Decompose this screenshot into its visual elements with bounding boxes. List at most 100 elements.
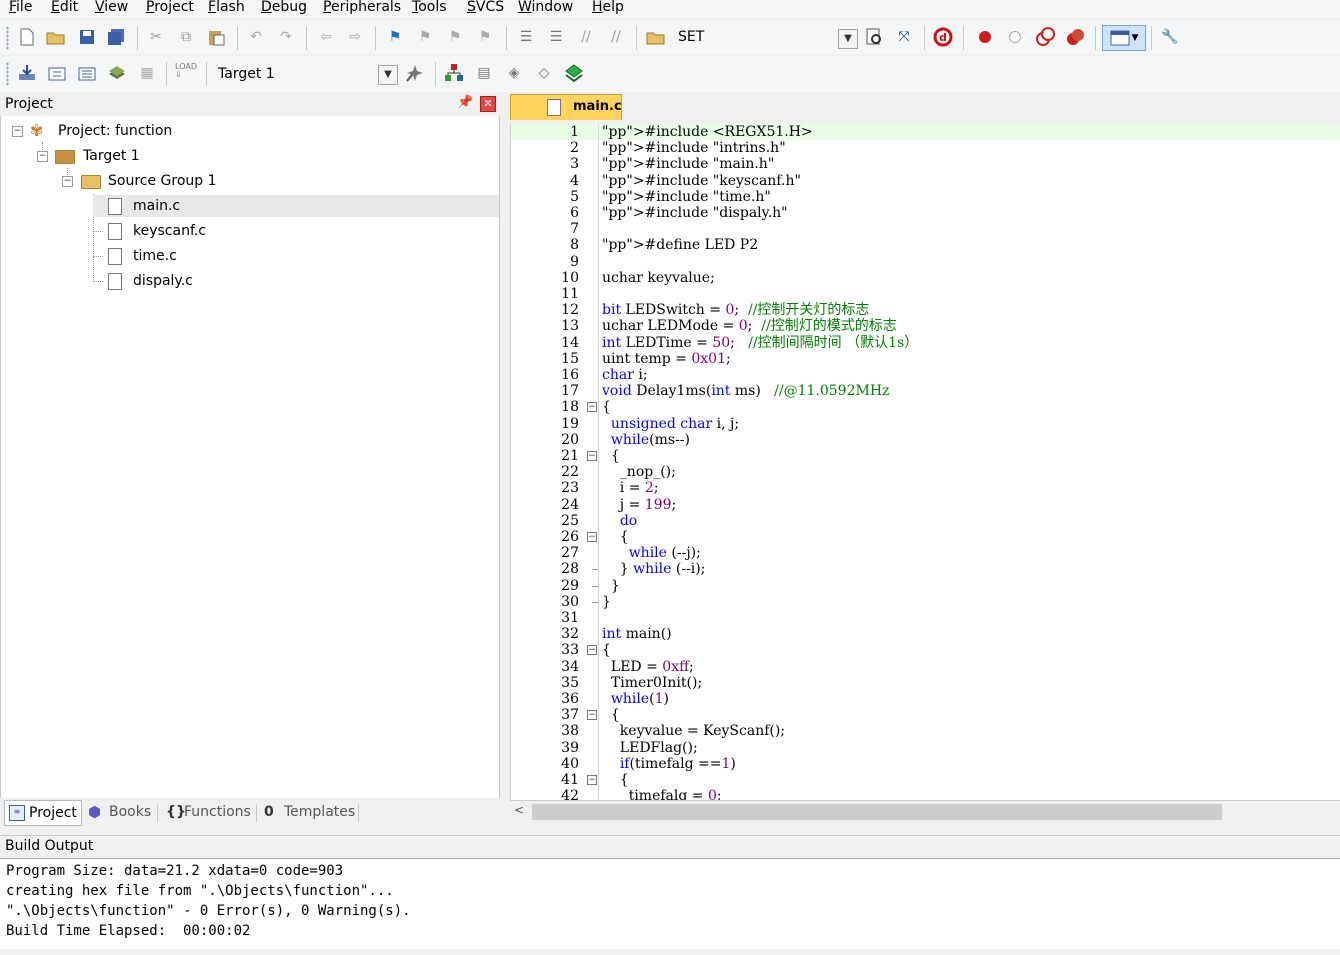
code-line[interactable]: 30} <box>511 594 1340 610</box>
tree-item-file-keyscanf[interactable]: keyscanf.c <box>93 220 499 242</box>
code-line[interactable]: 26− { <box>511 529 1340 545</box>
code-line[interactable]: 27 while (--j); <box>511 545 1340 561</box>
menu-peripherals[interactable]: Peripherals <box>323 0 401 18</box>
menu-debug[interactable]: Debug <box>261 0 307 18</box>
code-line[interactable]: 17 void Delay1ms(int ms) //@11.0592MHz <box>511 383 1340 399</box>
tree-item-target[interactable]: − Target 1 <box>1 145 499 167</box>
code-line[interactable]: 19 unsigned char i, j; <box>511 416 1340 432</box>
build-icon[interactable] <box>47 63 67 83</box>
code-line[interactable]: 9 <box>511 254 1340 270</box>
menu-file[interactable]: File <box>9 0 32 18</box>
window-layout-icon[interactable]: ▼ <box>1102 25 1146 51</box>
rebuild-icon[interactable] <box>77 63 97 83</box>
chevron-down-icon[interactable]: ▼ <box>378 65 398 85</box>
batch-build-icon[interactable] <box>107 63 127 83</box>
indent-icon[interactable]: ☰ <box>516 27 536 47</box>
enable-breakpoint-icon[interactable] <box>1005 27 1025 47</box>
code-line[interactable]: 18−{ <box>511 399 1340 415</box>
code-line[interactable]: 1 "pp">#include <REGX51.H> <box>511 124 1340 140</box>
fold-toggle-icon[interactable]: − <box>587 402 597 413</box>
find-icon[interactable] <box>864 27 884 47</box>
collapse-icon[interactable]: − <box>12 126 23 137</box>
menu-help[interactable]: Help <box>592 0 624 18</box>
bookmark-toggle-icon[interactable]: ⚑ <box>385 27 405 47</box>
bookmark-prev-icon[interactable]: ⚑ <box>415 27 435 47</box>
code-line[interactable]: 36 while(1) <box>511 691 1340 707</box>
kill-breakpoints-icon[interactable] <box>1065 27 1085 47</box>
code-line[interactable]: 31 <box>511 610 1340 626</box>
uncomment-icon[interactable]: // <box>606 27 626 47</box>
manage-project-items-icon[interactable] <box>444 63 464 83</box>
code-line[interactable]: 29 } <box>511 578 1340 594</box>
menu-svcs[interactable]: SVCS <box>467 0 504 18</box>
tree-item-source-group[interactable]: − Source Group 1 <box>1 170 499 192</box>
code-line[interactable]: 38 keyvalue = KeyScanf(); <box>511 723 1340 739</box>
code-line[interactable]: 14 int LEDTime = 50; //控制间隔时间 （默认1s） <box>511 335 1340 351</box>
new-file-icon[interactable] <box>17 27 37 47</box>
software-packs-icon[interactable] <box>564 63 584 83</box>
bookmark-next-icon[interactable]: ⚑ <box>445 27 465 47</box>
code-line[interactable]: 28 } while (--i); <box>511 561 1340 577</box>
wrench-icon[interactable]: 🔧 <box>1160 27 1180 47</box>
tab-main-c[interactable]: main.c <box>510 94 622 120</box>
navigate-back-icon[interactable]: ⇦ <box>316 27 336 47</box>
redo-icon[interactable]: ↷ <box>276 27 296 47</box>
code-line[interactable]: 13 uchar LEDMode = 0; //控制灯的模式的标志 <box>511 318 1340 334</box>
fold-toggle-icon[interactable]: − <box>587 775 597 785</box>
menu-project[interactable]: Project <box>146 0 194 18</box>
code-line[interactable]: 7 <box>511 221 1340 237</box>
pack-installer-icon[interactable]: ◇ <box>534 63 554 83</box>
menu-flash[interactable]: Flash <box>208 0 245 18</box>
code-line[interactable]: 6 "pp">#include "dispaly.h" <box>511 205 1340 221</box>
menu-window[interactable]: Window <box>518 0 573 18</box>
code-line[interactable]: 42 timefalg = 0; <box>511 788 1340 800</box>
code-line[interactable]: 8 "pp">#define LED P2 <box>511 237 1340 253</box>
bookmark-clear-icon[interactable]: ⚑ <box>475 27 495 47</box>
tree-item-file-time[interactable]: time.c <box>93 245 499 267</box>
fold-toggle-icon[interactable]: − <box>587 451 597 461</box>
code-line[interactable]: 32 int main() <box>511 626 1340 642</box>
code-line[interactable]: 41− { <box>511 772 1340 788</box>
undo-icon[interactable]: ↶ <box>246 27 266 47</box>
tree-item-file-dispaly[interactable]: dispaly.c <box>93 270 499 292</box>
copy-icon[interactable]: ⧉ <box>176 27 196 47</box>
chevron-down-icon[interactable]: ▼ <box>838 29 858 49</box>
code-line[interactable]: 25 do <box>511 513 1340 529</box>
build-output-pane[interactable]: Program Size: data=21.2 xdata=0 code=903… <box>0 858 1340 949</box>
download-icon[interactable]: LOAD ⇓ <box>175 61 197 81</box>
code-line[interactable]: 5 "pp">#include "time.h" <box>511 189 1340 205</box>
code-line[interactable]: 16 char i; <box>511 367 1340 383</box>
close-icon[interactable]: ✕ <box>480 96 496 112</box>
scrollbar-thumb[interactable] <box>532 804 1222 820</box>
tab-functions[interactable]: {} Functions <box>164 800 254 824</box>
unindent-icon[interactable]: ☰ <box>546 27 566 47</box>
menu-view[interactable]: View <box>95 0 128 18</box>
select-packs-icon[interactable]: ▤ <box>474 63 494 83</box>
fold-toggle-icon[interactable]: − <box>587 710 597 721</box>
target-select[interactable]: Target 1 <box>218 64 275 84</box>
fold-toggle-icon[interactable]: − <box>587 532 597 542</box>
code-line[interactable]: 35 Timer0Init(); <box>511 675 1340 691</box>
toolbar-grip[interactable] <box>6 26 9 50</box>
translate-icon[interactable] <box>17 63 37 83</box>
save-icon[interactable] <box>77 27 97 47</box>
code-line[interactable]: 33−{ <box>511 642 1340 658</box>
code-line[interactable]: 20 while(ms--) <box>511 432 1340 448</box>
code-line[interactable]: 37− { <box>511 707 1340 723</box>
code-editor[interactable]: 1 "pp">#include <REGX51.H> 2 "pp">#include … <box>510 124 1340 800</box>
insert-breakpoint-icon[interactable] <box>975 27 995 47</box>
collapse-icon[interactable]: − <box>62 176 73 187</box>
code-line[interactable]: 39 LEDFlag(); <box>511 740 1340 756</box>
tab-templates[interactable]: 0 Templates <box>262 800 358 824</box>
disable-breakpoints-icon[interactable] <box>1035 27 1055 47</box>
target-options-icon[interactable] <box>405 63 425 83</box>
incremental-find-icon[interactable]: ⤧ <box>894 27 914 47</box>
comment-icon[interactable]: // <box>576 27 596 47</box>
code-line[interactable]: 12 bit LEDSwitch = 0; //控制开关灯的标志 <box>511 302 1340 318</box>
stop-build-icon[interactable]: ▦ <box>137 63 157 83</box>
code-line[interactable]: 4 "pp">#include "keyscanf.h" <box>511 173 1340 189</box>
scroll-left-icon[interactable]: < <box>514 803 524 817</box>
cut-icon[interactable]: ✂ <box>146 27 166 47</box>
open-file-icon[interactable] <box>46 27 66 47</box>
fold-toggle-icon[interactable]: − <box>587 645 597 656</box>
